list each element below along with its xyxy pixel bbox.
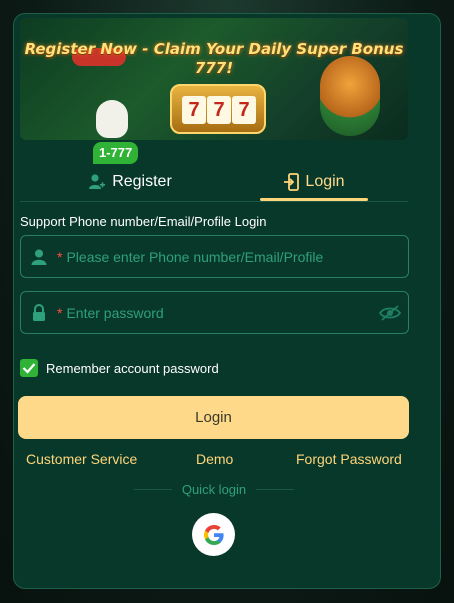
checkmark-icon	[22, 363, 36, 374]
tabs-divider	[20, 201, 408, 202]
rabbit-graphic	[96, 100, 128, 138]
tab-login-label: Login	[305, 173, 345, 190]
user-add-icon	[88, 173, 106, 191]
promo-banner[interactable]: Register Now - Claim Your Daily Super Bo…	[20, 18, 408, 140]
remember-password[interactable]: Remember account password	[20, 359, 219, 377]
remember-label: Remember account password	[46, 360, 219, 376]
support-label: Support Phone number/Email/Profile Login	[20, 214, 267, 229]
required-mark: *	[57, 248, 63, 265]
google-icon	[203, 524, 224, 545]
divider-line	[256, 489, 294, 490]
active-tab-indicator	[260, 198, 368, 201]
customer-service-link[interactable]: Customer Service	[26, 451, 137, 467]
password-field[interactable]: *	[20, 291, 409, 334]
slot-machine-graphic: 7 7 7	[170, 84, 266, 134]
demo-link[interactable]: Demo	[196, 451, 233, 467]
quick-login-label: Quick login	[181, 482, 247, 497]
slot-reel: 7	[182, 96, 206, 124]
phone-email-field[interactable]: *	[20, 235, 409, 278]
tab-register-label: Register	[112, 173, 172, 190]
slot-reel: 7	[207, 96, 231, 124]
tab-login[interactable]: Login	[260, 164, 368, 200]
tab-register[interactable]: Register	[20, 164, 240, 200]
divider-line	[134, 489, 172, 490]
slot-reel: 7	[232, 96, 256, 124]
forgot-password-link[interactable]: Forgot Password	[296, 451, 402, 467]
required-mark: *	[57, 304, 63, 321]
remember-checkbox[interactable]	[20, 359, 38, 377]
register-bonus-badge: 1-777	[93, 142, 139, 164]
quick-login-divider: Quick login	[124, 482, 304, 497]
login-door-icon	[283, 173, 300, 191]
tiger-graphic	[320, 56, 380, 136]
phone-email-input[interactable]	[64, 247, 408, 266]
eye-off-icon[interactable]	[372, 304, 408, 321]
login-button[interactable]: Login	[18, 396, 409, 439]
lock-icon	[21, 303, 57, 322]
password-input[interactable]	[64, 303, 372, 322]
google-login-button[interactable]	[192, 513, 235, 556]
user-icon	[21, 248, 57, 266]
